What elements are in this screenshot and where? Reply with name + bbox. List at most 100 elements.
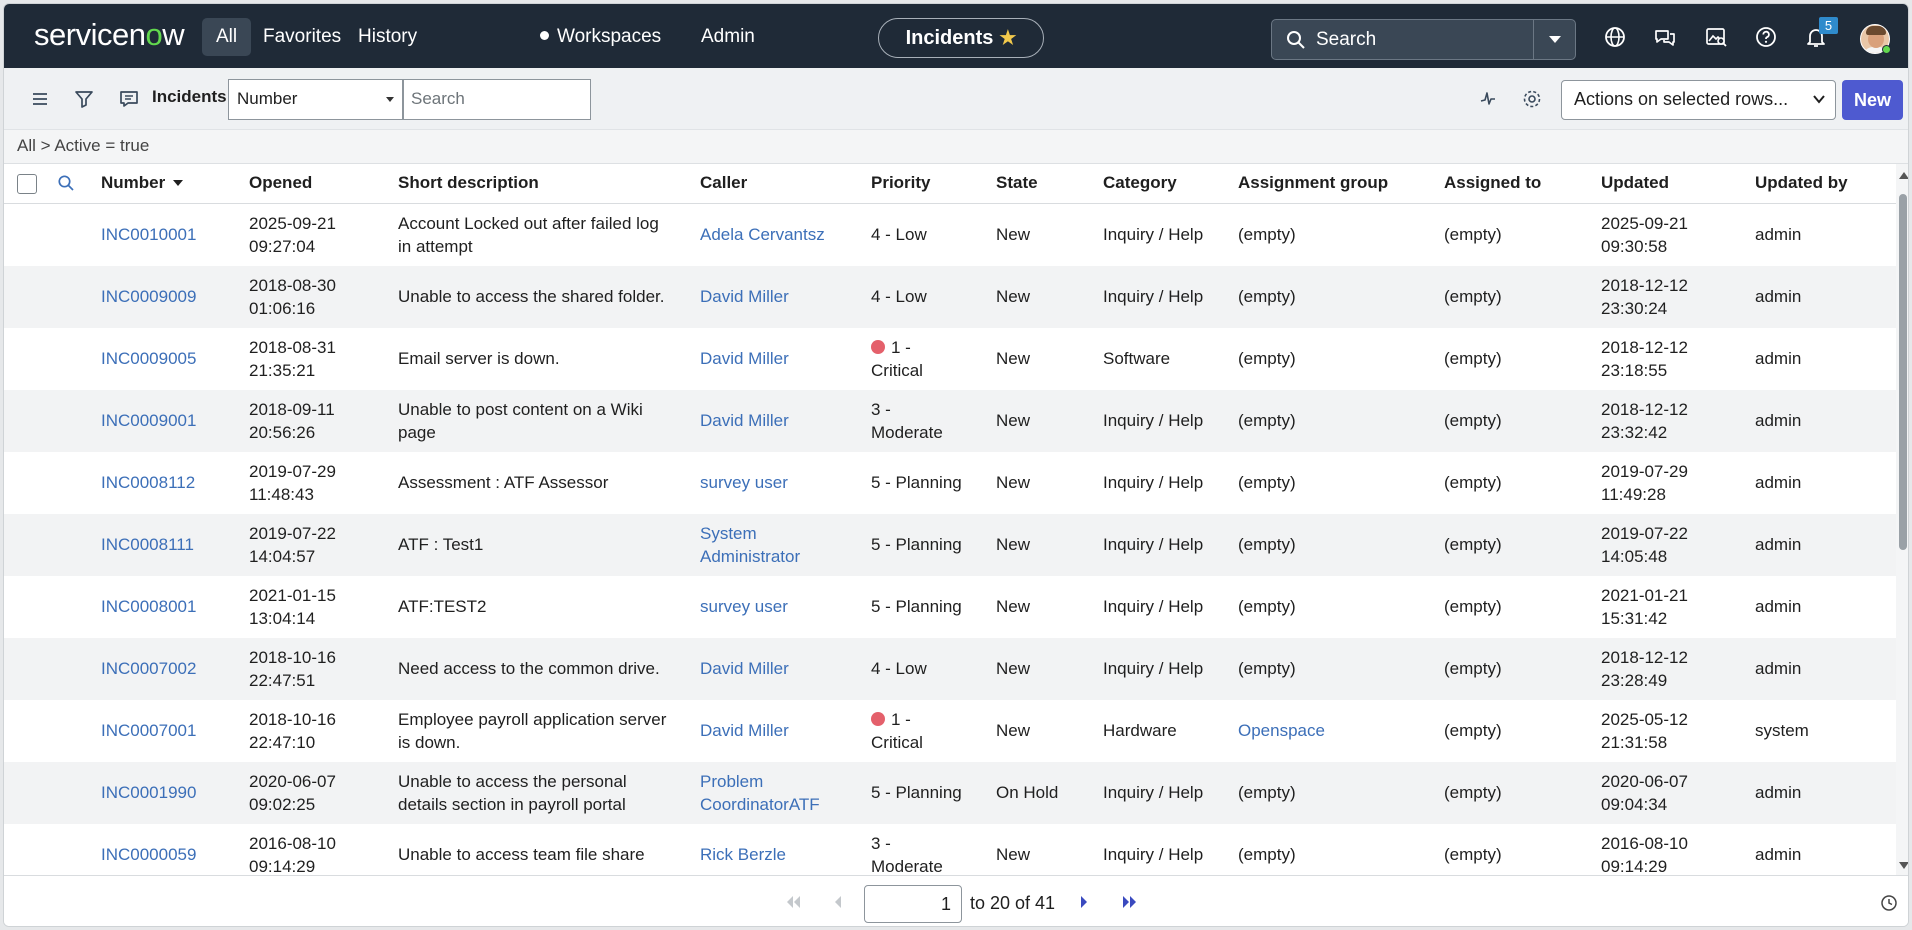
servicenow-logo[interactable]: servicenow	[34, 17, 185, 53]
caller-link[interactable]: System Administrator	[700, 522, 800, 568]
table-row[interactable]: INC0000059 2016-08-10 09:14:29 Unable to ac…	[4, 824, 1896, 875]
column-header-short-description[interactable]: Short description	[398, 173, 539, 193]
scroll-down-arrow-icon[interactable]	[1899, 862, 1908, 869]
assigned-to-cell: (empty)	[1444, 781, 1502, 804]
caller-link[interactable]: David Miller	[700, 657, 789, 680]
table-row[interactable]: INC0008111 2019-07-22 14:04:57 ATF : Test1 S…	[4, 514, 1896, 576]
global-search[interactable]: Search	[1271, 19, 1576, 60]
incident-number-link[interactable]: INC0008001	[101, 595, 196, 618]
priority-cell-text: 3 -	[871, 834, 891, 853]
search-scope-dropdown[interactable]	[1533, 20, 1575, 59]
nav-favorites[interactable]: Favorites	[249, 18, 355, 56]
caller-link[interactable]: survey user	[700, 471, 788, 494]
previous-page-icon[interactable]	[832, 894, 844, 910]
new-button[interactable]: New	[1842, 80, 1903, 120]
updated-cell-text: 2018-12-12	[1601, 648, 1688, 667]
breadcrumb[interactable]: All > Active = true	[4, 130, 1908, 164]
table-row[interactable]: INC0001990 2020-06-07 09:02:25 Unable to ac…	[4, 762, 1896, 824]
star-icon[interactable]: ★	[999, 28, 1016, 49]
incident-number-link[interactable]: INC0008111	[101, 533, 194, 556]
caller-link[interactable]: Problem CoordinatorATF	[700, 770, 820, 816]
column-header-caller[interactable]: Caller	[700, 173, 747, 193]
scroll-up-arrow-icon[interactable]	[1899, 172, 1908, 179]
assignment-group-cell-text: (empty)	[1238, 225, 1296, 244]
image-search-icon[interactable]	[1704, 25, 1728, 49]
column-search-icon[interactable]	[57, 174, 75, 192]
globe-icon[interactable]	[1603, 25, 1627, 49]
context-pill-incidents[interactable]: Incidents ★	[878, 18, 1044, 58]
incident-number-link[interactable]: INC0008112	[101, 471, 195, 494]
table-row[interactable]: INC0007001 2018-10-16 22:47:10 Employee pay…	[4, 700, 1896, 762]
column-header-updated-by[interactable]: Updated by	[1755, 173, 1848, 193]
priority-cell-text: Moderate	[871, 857, 943, 875]
column-header-state[interactable]: State	[996, 173, 1038, 193]
vertical-scrollbar[interactable]	[1896, 164, 1908, 875]
table-row[interactable]: INC0009009 2018-08-30 01:06:16 Unable to ac…	[4, 266, 1896, 328]
incident-number-link[interactable]: INC0001990	[101, 781, 196, 804]
help-icon[interactable]	[1754, 25, 1778, 49]
search-icon	[1287, 31, 1305, 49]
short-description-cell-text: Unable to access the shared folder.	[398, 287, 665, 306]
table-row[interactable]: INC0007002 2018-10-16 22:47:51 Need access …	[4, 638, 1896, 700]
filter-icon[interactable]	[73, 88, 95, 110]
incident-number-link[interactable]: INC0007002	[101, 657, 196, 680]
search-field-select[interactable]: Number	[228, 79, 403, 120]
last-page-icon[interactable]	[1121, 894, 1139, 910]
response-time-icon[interactable]	[1880, 894, 1898, 912]
incident-number-link[interactable]: INC0010001	[101, 223, 196, 246]
column-header-updated[interactable]: Updated	[1601, 173, 1669, 193]
actions-on-selected-rows-select[interactable]: Actions on selected rows...	[1561, 80, 1836, 120]
caller-link[interactable]: David Miller	[700, 719, 789, 742]
column-header-priority[interactable]: Priority	[871, 173, 931, 193]
opened-cell-text: 2018-08-31	[249, 338, 336, 357]
state-cell-text: New	[996, 535, 1031, 554]
nav-all[interactable]: All	[202, 18, 252, 56]
opened-cell-text: 20:56:26	[249, 423, 316, 442]
chat-icon[interactable]	[1653, 25, 1677, 49]
gear-icon[interactable]	[1521, 88, 1543, 110]
next-page-icon[interactable]	[1078, 894, 1090, 910]
updated-cell-text: 14:05:48	[1601, 547, 1668, 566]
priority-cell-text: 4 - Low	[871, 287, 927, 306]
caller-link[interactable]: survey user	[700, 595, 788, 618]
first-page-icon[interactable]	[784, 894, 802, 910]
incident-number-link[interactable]: INC0000059	[101, 843, 196, 866]
activity-stream-icon[interactable]	[118, 88, 140, 110]
column-header-assigned-to[interactable]: Assigned to	[1444, 173, 1541, 193]
assignment-group-link[interactable]: Openspace	[1238, 719, 1325, 742]
nav-workspaces[interactable]: Workspaces	[526, 18, 675, 56]
column-header-number[interactable]: Number	[101, 173, 184, 193]
column-header-category[interactable]: Category	[1103, 173, 1177, 193]
table-row[interactable]: INC0008112 2019-07-29 11:48:43 Assessment :…	[4, 452, 1896, 514]
table-row[interactable]: INC0009005 2018-08-31 21:35:21 Email server…	[4, 328, 1896, 390]
sparkle-ai-icon[interactable]	[1477, 88, 1499, 110]
priority-cell: 4 - Low	[871, 285, 927, 308]
scrollbar-thumb[interactable]	[1899, 194, 1907, 550]
caller-link[interactable]: David Miller	[700, 347, 789, 370]
nav-admin[interactable]: Admin	[687, 18, 769, 56]
column-header-opened[interactable]: Opened	[249, 173, 312, 193]
table-row[interactable]: INC0009001 2018-09-11 20:56:26 Unable to po…	[4, 390, 1896, 452]
incident-number-link[interactable]: INC0009005	[101, 347, 196, 370]
incident-number-link[interactable]: INC0009009	[101, 285, 196, 308]
priority-cell-text: 3 -	[871, 400, 891, 419]
table-row[interactable]: INC0010001 2025-09-21 09:27:04 Account Lock…	[4, 204, 1896, 266]
caller-link[interactable]: Rick Berzle	[700, 843, 786, 866]
incident-number-link[interactable]: INC0007001	[101, 719, 196, 742]
opened-cell-text: 11:48:43	[249, 485, 314, 504]
list-search-input[interactable]: Search	[403, 79, 591, 120]
caller-link[interactable]: David Miller	[700, 409, 789, 432]
list-title: Incidents	[152, 87, 227, 106]
incident-number-link[interactable]: INC0009001	[101, 409, 196, 432]
state-cell: On Hold	[996, 781, 1058, 804]
hamburger-menu-icon[interactable]	[29, 88, 51, 110]
column-header-assignment-group[interactable]: Assignment group	[1238, 173, 1388, 193]
page-number-input[interactable]: 1	[864, 885, 962, 923]
select-all-checkbox[interactable]	[17, 174, 37, 194]
caller-link[interactable]: David Miller	[700, 285, 789, 308]
nav-history[interactable]: History	[344, 18, 431, 56]
updated-cell: 2016-08-10 09:14:29	[1601, 832, 1688, 875]
state-cell-text: New	[996, 721, 1031, 740]
table-row[interactable]: INC0008001 2021-01-15 13:04:14 ATF:TEST2 sur…	[4, 576, 1896, 638]
caller-link[interactable]: Adela Cervantsz	[700, 223, 825, 246]
